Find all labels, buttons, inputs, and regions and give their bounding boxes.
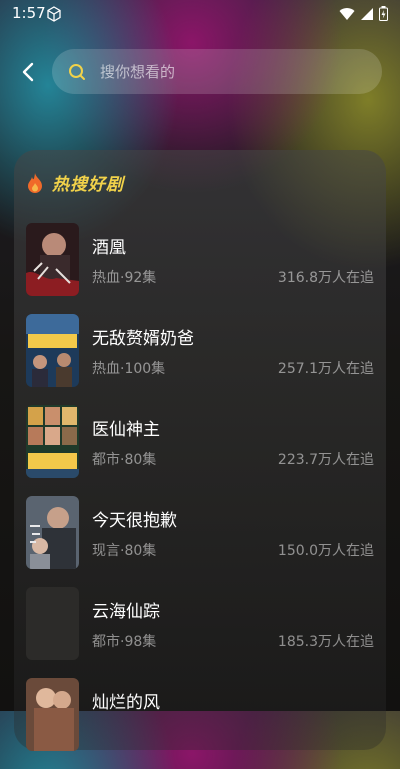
drama-meta: 都市·98集 <box>92 634 157 650</box>
hot-search-panel: 热搜好剧 酒凰 热血·92集 316.8万人在追 无敌赘婿奶爸 热血·100集 … <box>14 150 386 751</box>
drama-title: 灿烂的风 <box>92 693 160 713</box>
drama-followers: 150.0万人在追 <box>277 543 374 559</box>
drama-meta: 热血·100集 <box>92 361 166 377</box>
poster-wudi <box>26 314 79 387</box>
flame-icon <box>28 172 42 193</box>
list-item[interactable]: 酒凰 热血·92集 316.8万人在追 <box>26 223 374 314</box>
drama-title: 今天很抱歉 <box>92 511 177 531</box>
poster-canlan <box>26 678 79 751</box>
poster-yixian <box>26 405 79 478</box>
poster-jiuhuang <box>26 223 79 296</box>
back-button[interactable] <box>14 58 42 86</box>
search-input[interactable] <box>98 61 342 82</box>
battery-icon <box>379 6 388 21</box>
list-item[interactable]: 云海仙踪 都市·98集 185.3万人在追 <box>26 587 374 678</box>
drama-title: 云海仙踪 <box>92 602 160 622</box>
status-bar: 1:57 <box>0 0 400 28</box>
panel-header: 热搜好剧 <box>26 170 124 195</box>
drama-followers: 316.8万人在追 <box>277 270 374 286</box>
drama-followers: 257.1万人在追 <box>277 361 374 377</box>
drama-meta: 都市·80集 <box>92 452 157 468</box>
list-item[interactable]: 医仙神主 都市·80集 223.7万人在追 <box>26 405 374 496</box>
drama-followers: 185.3万人在追 <box>277 634 374 650</box>
cube-icon <box>47 6 61 22</box>
drama-title: 医仙神主 <box>92 420 160 440</box>
list-item[interactable]: 今天很抱歉 现言·80集 150.0万人在追 <box>26 496 374 587</box>
signal-icon <box>361 7 373 20</box>
search-icon <box>69 63 85 80</box>
chevron-left-icon <box>22 62 34 82</box>
search-bar[interactable] <box>52 49 382 94</box>
drama-meta: 热血·92集 <box>92 270 157 286</box>
drama-title: 酒凰 <box>92 238 126 258</box>
drama-title: 无敌赘婿奶爸 <box>92 329 194 349</box>
list-item[interactable]: 灿烂的风 <box>26 678 374 769</box>
poster-placeholder <box>26 587 79 660</box>
drama-list: 酒凰 热血·92集 316.8万人在追 无敌赘婿奶爸 热血·100集 257.1… <box>26 223 374 769</box>
poster-jintian <box>26 496 79 569</box>
drama-followers: 223.7万人在追 <box>277 452 374 468</box>
drama-meta: 现言·80集 <box>92 543 157 559</box>
panel-title: 热搜好剧 <box>52 175 124 195</box>
list-item[interactable]: 无敌赘婿奶爸 热血·100集 257.1万人在追 <box>26 314 374 405</box>
status-time: 1:57 <box>12 4 46 22</box>
wifi-icon <box>339 7 355 20</box>
